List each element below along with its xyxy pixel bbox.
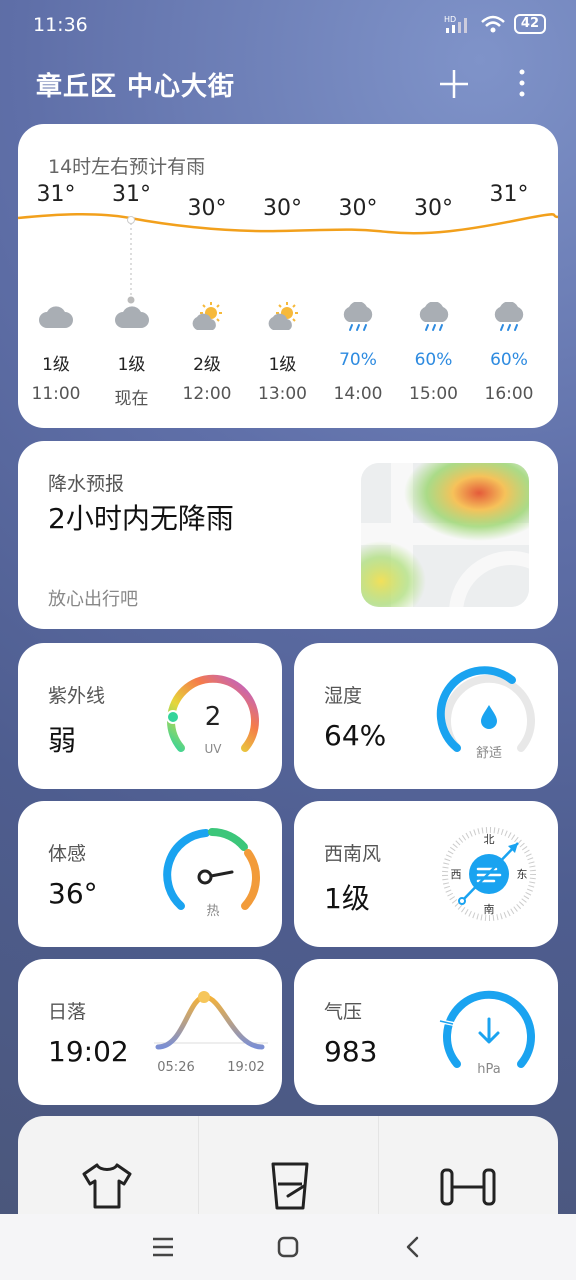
feels-like-card[interactable]: 体感 36° 热 xyxy=(18,801,282,947)
svg-text:舒适: 舒适 xyxy=(476,746,502,761)
svg-text:hPa: hPa xyxy=(477,1062,500,1077)
humidity-value: 64% xyxy=(324,719,387,752)
cloudy-icon xyxy=(114,302,150,332)
hour-column: 31° 1级现在 xyxy=(97,124,167,428)
more-vertical-icon xyxy=(519,69,525,97)
status-time: 11:36 xyxy=(33,14,88,36)
precip-sub: 放心出行吧 xyxy=(48,589,138,610)
rain-icon xyxy=(491,301,527,332)
hour-time: 16:00 xyxy=(484,384,534,404)
wind-compass: 北 南 东 西 xyxy=(442,827,536,921)
plus-icon xyxy=(440,70,468,98)
top-bar: 章丘区 中心大街 xyxy=(0,62,576,106)
sunset-value: 19:02 xyxy=(48,1035,129,1068)
precip-title: 降水预报 xyxy=(48,473,125,495)
sunset-card[interactable]: 日落 19:02 05:26 19:02 xyxy=(18,959,282,1105)
hour-column: 30° 1级 13:00 xyxy=(248,124,318,428)
uv-card[interactable]: 紫外线 弱 2 UV xyxy=(18,643,282,789)
hour-wind-level: 1级 xyxy=(117,355,146,375)
hour-column: 31° 60% 16:00 xyxy=(474,124,544,428)
rain-icon xyxy=(340,301,376,332)
hour-temp: 31° xyxy=(112,182,151,207)
hour-column: 30° 70% 14:00 xyxy=(323,124,393,428)
battery-indicator: 42 xyxy=(513,14,546,34)
hour-wind-level: 1级 xyxy=(268,355,297,375)
more-options-button[interactable] xyxy=(510,62,534,106)
wind-label: 西南风 xyxy=(324,843,382,865)
hour-time: 14:00 xyxy=(333,384,383,404)
sport-dumbbell-icon[interactable] xyxy=(438,1166,498,1208)
hour-temp: 30° xyxy=(338,196,378,221)
hour-time: 12:00 xyxy=(182,384,232,404)
hour-temp: 31° xyxy=(489,182,529,207)
uv-value: 弱 xyxy=(48,724,77,757)
humidity-gauge: 舒适 xyxy=(436,666,535,761)
svg-text:19:02: 19:02 xyxy=(227,1060,264,1075)
svg-text:西: 西 xyxy=(451,868,462,881)
hour-time: 13:00 xyxy=(258,384,307,404)
svg-text:UV: UV xyxy=(205,742,223,756)
svg-text:热: 热 xyxy=(206,904,219,919)
signal-icon: HD xyxy=(444,15,467,33)
pressure-value: 983 xyxy=(324,1035,378,1068)
svg-text:05:26: 05:26 xyxy=(157,1060,194,1075)
hourly-forecast-card[interactable]: 14时左右预计有雨 31° 1级 11:00 31° 1级 现在 30° 2级 12:00 30°… xyxy=(18,124,558,428)
pressure-label: 气压 xyxy=(324,1001,363,1023)
rain-icon xyxy=(416,301,452,332)
sunset-label: 日落 xyxy=(48,1001,87,1023)
rain-map-image xyxy=(361,463,529,607)
status-bar: 11:36 HD 42 xyxy=(0,0,576,52)
car-wash-icon[interactable] xyxy=(268,1160,312,1212)
svg-text:2: 2 xyxy=(205,702,222,732)
wind-card[interactable]: 西南风 1级 北 南 东 西 xyxy=(294,801,558,947)
hour-time: 11:00 xyxy=(31,384,81,404)
hour-temp: 31° xyxy=(36,182,76,207)
hour-time: 现在 xyxy=(114,389,149,409)
back-icon[interactable] xyxy=(400,1235,426,1259)
hour-temp: 30° xyxy=(414,196,453,221)
location-title[interactable]: 章丘区 中心大街 xyxy=(36,66,235,103)
svg-text:东: 东 xyxy=(517,868,528,881)
hour-wind-level: 1级 xyxy=(42,355,70,375)
hour-column: 31° 1级 11:00 xyxy=(21,124,91,428)
sun-path-chart: 05:26 19:02 xyxy=(154,991,268,1075)
hour-wind-level: 2级 xyxy=(193,355,221,375)
hour-temp: 30° xyxy=(263,196,302,221)
wifi-icon xyxy=(481,15,505,33)
add-city-button[interactable] xyxy=(436,62,472,106)
partly-sunny-icon xyxy=(265,302,301,332)
uv-label: 紫外线 xyxy=(48,685,106,707)
pressure-card[interactable]: 气压 983 hPa xyxy=(294,959,558,1105)
system-nav-bar xyxy=(0,1214,576,1280)
hour-time: 15:00 xyxy=(409,384,458,404)
hour-column: 30° 2级 12:00 xyxy=(172,124,242,428)
pressure-gauge: hPa xyxy=(438,990,535,1077)
hour-rain-chance: 60% xyxy=(414,350,453,370)
humidity-label: 湿度 xyxy=(324,685,363,707)
svg-text:北: 北 xyxy=(484,833,495,846)
droplet-icon xyxy=(481,705,497,729)
humidity-card[interactable]: 湿度 64% 舒适 xyxy=(294,643,558,789)
hour-rain-chance: 60% xyxy=(490,350,528,370)
precip-main: 2小时内无降雨 xyxy=(48,502,234,535)
hour-rain-chance: 70% xyxy=(339,350,377,370)
feels-like-label: 体感 xyxy=(48,843,87,865)
partly-sunny-icon xyxy=(189,302,225,332)
hour-column: 30° 60% 15:00 xyxy=(399,124,469,428)
home-icon[interactable] xyxy=(275,1235,301,1259)
arrow-down-icon xyxy=(478,1017,500,1044)
cloudy-icon xyxy=(38,302,74,332)
precipitation-card[interactable]: 降水预报 2小时内无降雨 放心出行吧 xyxy=(18,441,558,629)
rain-map[interactable] xyxy=(361,463,529,607)
uv-gauge: 2 UV xyxy=(166,674,259,756)
sun-icon xyxy=(198,991,210,1003)
wind-value: 1级 xyxy=(324,882,370,915)
svg-text:HD: HD xyxy=(444,15,456,24)
hour-temp: 30° xyxy=(187,196,227,221)
menu-icon[interactable] xyxy=(150,1235,176,1259)
clothing-icon[interactable] xyxy=(80,1162,134,1210)
feels-like-gauge: 热 xyxy=(163,828,260,919)
svg-text:南: 南 xyxy=(484,903,495,916)
feels-like-value: 36° xyxy=(48,877,98,910)
